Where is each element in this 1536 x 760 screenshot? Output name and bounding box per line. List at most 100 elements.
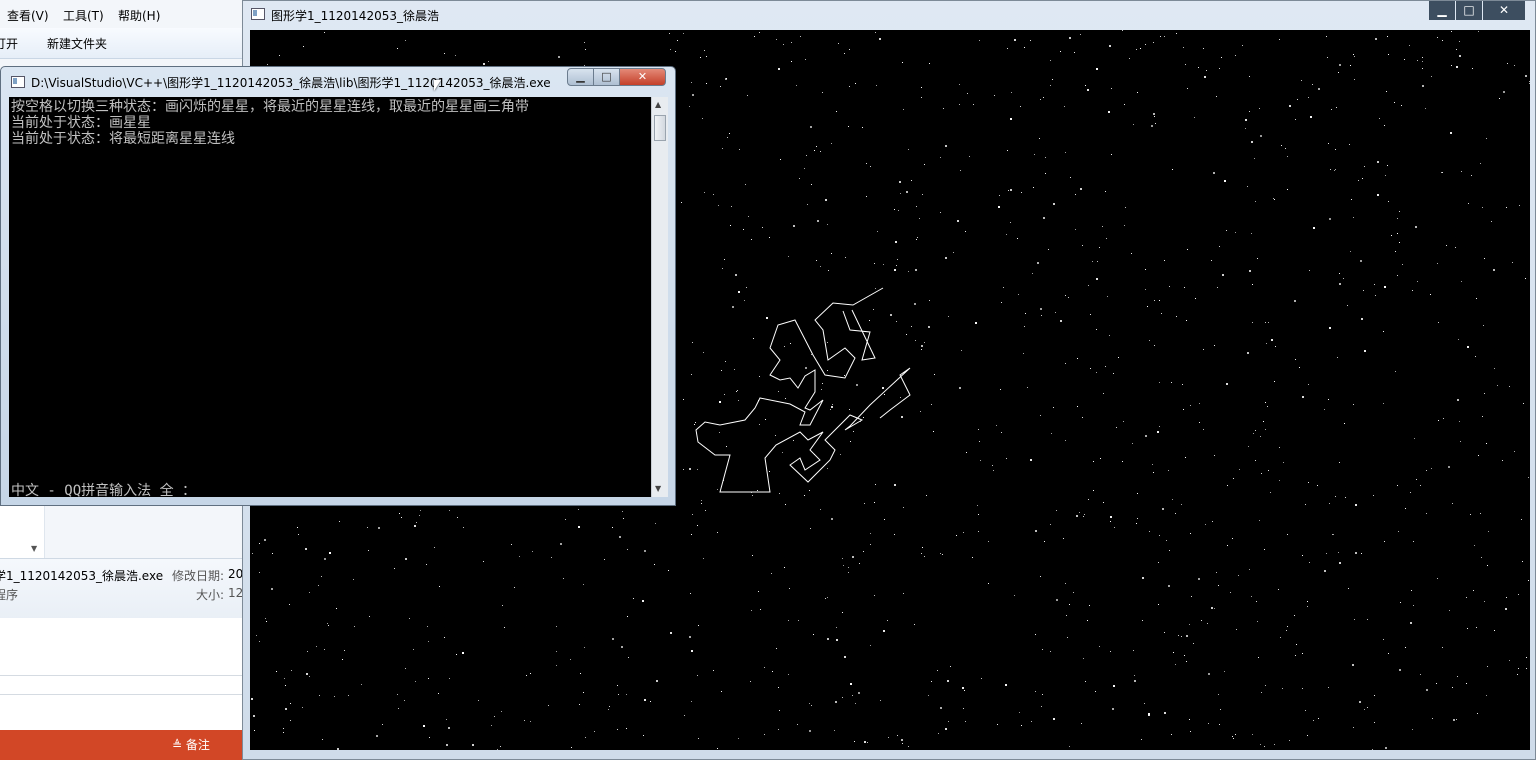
star (1214, 345, 1215, 346)
star (1413, 605, 1414, 606)
star (524, 720, 525, 721)
open-button[interactable]: 打开 (0, 35, 18, 52)
star (585, 737, 586, 738)
console-minimize-button[interactable]: ▁ (567, 68, 594, 86)
star (940, 707, 942, 709)
star (940, 212, 941, 213)
star (1176, 316, 1177, 317)
star (1295, 119, 1296, 120)
star (643, 735, 644, 736)
star (1187, 249, 1188, 250)
star-connection-lines (695, 287, 911, 493)
menu-help[interactable]: 帮助(H) (118, 7, 160, 24)
star (1279, 447, 1280, 448)
star (1417, 60, 1418, 61)
star (722, 268, 723, 269)
star (702, 118, 703, 119)
star (684, 715, 685, 716)
star (1142, 577, 1144, 579)
star (814, 150, 815, 151)
star (894, 534, 895, 535)
star (963, 708, 964, 709)
star (1172, 169, 1173, 170)
star (1466, 597, 1467, 598)
star (1364, 709, 1365, 710)
notes-button[interactable]: ≜ 备注 (172, 736, 210, 753)
star (1053, 203, 1055, 205)
star (759, 376, 760, 377)
star (1184, 287, 1185, 288)
star (321, 576, 322, 577)
star (754, 36, 755, 37)
new-folder-button[interactable]: 新建文件夹 (47, 35, 107, 52)
star (908, 271, 909, 272)
star (883, 630, 885, 632)
star (719, 432, 720, 433)
star (426, 564, 427, 565)
star (1275, 346, 1276, 347)
star (736, 391, 737, 392)
star (560, 543, 562, 545)
star (997, 724, 998, 725)
star (1124, 225, 1125, 226)
star (1452, 503, 1453, 504)
maximize-button[interactable]: □ (1456, 1, 1482, 20)
star (1145, 435, 1147, 437)
star (1169, 550, 1170, 551)
star (722, 148, 723, 149)
console-scrollbar[interactable]: ▲ ▼ (651, 97, 668, 497)
star (959, 387, 961, 389)
scroll-down-icon[interactable]: ▼ (655, 484, 661, 493)
star (691, 374, 692, 375)
star (920, 411, 921, 412)
scroll-down-icon[interactable]: ▼ (31, 544, 37, 553)
star (1309, 270, 1310, 271)
star (1030, 40, 1031, 41)
console-close-button[interactable]: ✕ (619, 68, 666, 86)
star (810, 528, 811, 529)
star (859, 563, 860, 564)
close-button[interactable]: ✕ (1483, 1, 1525, 20)
menu-tools[interactable]: 工具(T) (63, 7, 104, 24)
star (933, 431, 934, 432)
console-output[interactable]: 按空格以切换三种状态：画闪烁的星星，将最近的星星连线，取最近的星星画三角带 当前… (9, 97, 651, 499)
menu-view[interactable]: 查看(V) (7, 7, 49, 24)
star (367, 527, 368, 528)
star (1108, 111, 1110, 113)
star (1187, 88, 1188, 89)
star (1482, 207, 1483, 208)
star (778, 68, 780, 70)
star (1007, 150, 1008, 151)
minimize-button[interactable]: ▁ (1429, 1, 1455, 20)
star (917, 237, 918, 238)
star (1189, 719, 1190, 720)
navigation-pane[interactable]: ▼ (0, 500, 45, 558)
star (759, 32, 760, 33)
star (1480, 513, 1481, 514)
star (1065, 440, 1066, 441)
star (1350, 251, 1351, 252)
star (414, 525, 416, 527)
star (882, 387, 884, 389)
scroll-up-icon[interactable]: ▲ (655, 100, 661, 109)
star (1329, 218, 1331, 220)
star (1113, 373, 1114, 374)
star (703, 558, 704, 559)
star (1509, 386, 1510, 387)
star (717, 532, 718, 533)
star (1384, 125, 1385, 126)
star (307, 651, 308, 652)
star (1324, 570, 1326, 572)
star (876, 85, 877, 86)
star (617, 729, 618, 730)
star (725, 361, 726, 362)
console-maximize-button[interactable]: □ (593, 68, 620, 86)
star (1383, 331, 1384, 332)
star (1040, 576, 1041, 577)
star (844, 53, 845, 54)
star (746, 287, 747, 288)
star (945, 257, 947, 259)
star (1219, 246, 1220, 247)
star (583, 692, 584, 693)
scrollbar-thumb[interactable] (654, 115, 666, 141)
